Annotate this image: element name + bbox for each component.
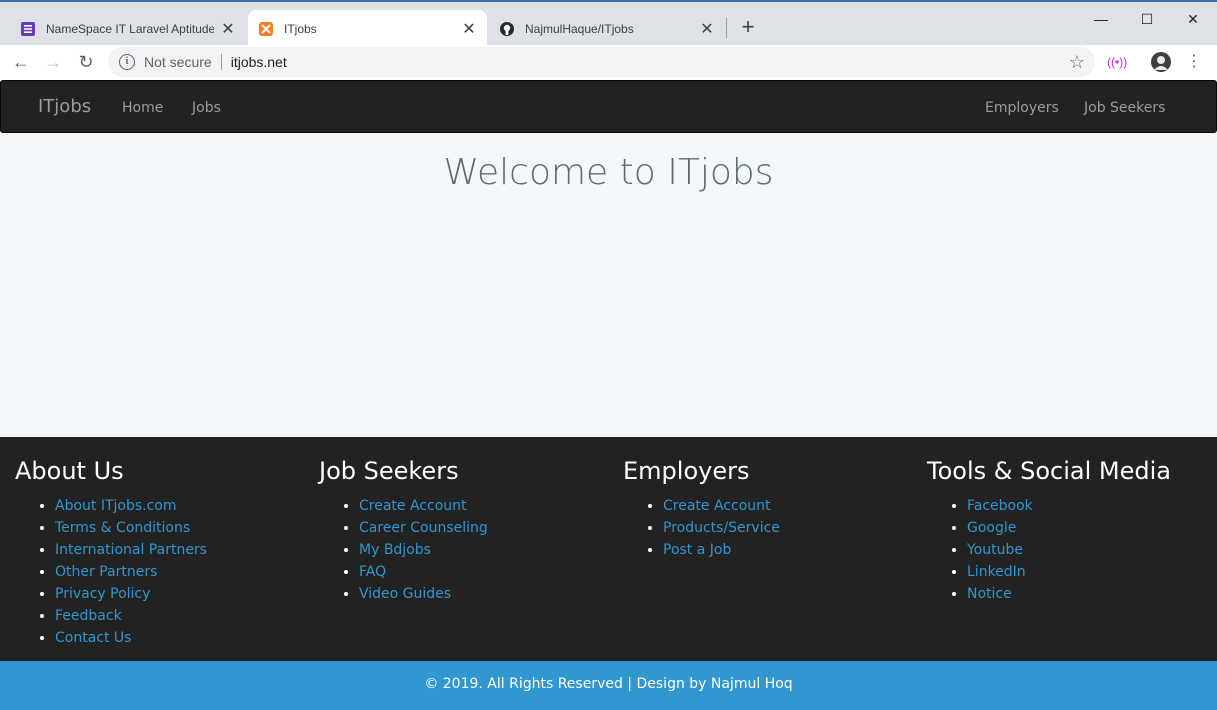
maximize-button[interactable]: ☐	[1124, 6, 1170, 32]
footer-link[interactable]: Other Partners	[55, 564, 157, 580]
list-item: FAQ	[359, 561, 488, 583]
list-item: My Bdjobs	[359, 539, 488, 561]
forward-arrow-icon[interactable]: →	[41, 50, 65, 74]
xampp-icon	[258, 21, 274, 37]
list-item: Feedback	[55, 605, 207, 627]
footer-heading: Tools & Social Media	[927, 457, 1171, 485]
footer-column-job-seekers: Job Seekers Create Account Career Counse…	[319, 457, 488, 605]
reload-icon[interactable]: ↻	[74, 50, 98, 74]
footer-heading: Employers	[623, 457, 750, 485]
footer-link[interactable]: Post a Job	[663, 542, 731, 558]
web-page: ITjobs Home Jobs Employers Job Seekers W…	[0, 80, 1217, 710]
close-icon[interactable]: ✕	[461, 19, 477, 39]
browser-tab-strip: NameSpace IT Laravel Aptitude T ✕ ITjobs…	[0, 0, 1217, 47]
list-item: Youtube	[967, 539, 1171, 561]
footer-link[interactable]: My Bdjobs	[359, 542, 431, 558]
footer-link[interactable]: Career Counseling	[359, 520, 488, 536]
window-close-button[interactable]: ✕	[1170, 6, 1216, 32]
footer-column-employers: Employers Create Account Products/Servic…	[623, 457, 780, 561]
footer-heading: Job Seekers	[319, 457, 459, 485]
footer-link[interactable]: Terms & Conditions	[55, 520, 190, 536]
footer-link[interactable]: Create Account	[359, 498, 467, 514]
github-icon	[499, 21, 515, 37]
list-item: Contact Us	[55, 627, 207, 649]
tab-namespace[interactable]: NameSpace IT Laravel Aptitude T ✕	[10, 10, 246, 47]
info-icon[interactable]: i	[119, 54, 135, 70]
tab-title: NajmulHaque/ITjobs	[525, 21, 634, 36]
site-footer: About Us About ITjobs.com Terms & Condit…	[0, 437, 1217, 661]
footer-link[interactable]: Facebook	[967, 498, 1033, 514]
footer-link[interactable]: FAQ	[359, 564, 386, 580]
list-item: Facebook	[967, 495, 1171, 517]
footer-link[interactable]: Feedback	[55, 608, 122, 624]
footer-link[interactable]: About ITjobs.com	[55, 498, 177, 514]
footer-link[interactable]: Create Account	[663, 498, 771, 514]
minimize-button[interactable]: —	[1078, 6, 1124, 32]
list-item: Career Counseling	[359, 517, 488, 539]
browser-toolbar: ← → ↻ i Not secure itjobs.net ☆ ((•)) ⋮	[0, 45, 1217, 80]
list-item: Notice	[967, 583, 1171, 605]
tab-title: ITjobs	[284, 21, 317, 36]
security-label: Not secure	[144, 54, 212, 70]
tab-separator	[726, 18, 727, 38]
url-text[interactable]: itjobs.net	[231, 54, 287, 70]
menu-dots-icon[interactable]: ⋮	[1184, 52, 1204, 72]
footer-link[interactable]: International Partners	[55, 542, 207, 558]
tab-title: NameSpace IT Laravel Aptitude T	[46, 21, 214, 36]
list-item: Privacy Policy	[55, 583, 207, 605]
footer-column-about: About Us About ITjobs.com Terms & Condit…	[15, 457, 207, 649]
cast-extension-icon[interactable]: ((•))	[1107, 52, 1127, 72]
site-navbar: ITjobs Home Jobs Employers Job Seekers	[0, 80, 1217, 133]
footer-link[interactable]: Youtube	[967, 542, 1023, 558]
nav-job-seekers[interactable]: Job Seekers	[1084, 100, 1165, 116]
list-item: Create Account	[359, 495, 488, 517]
list-item: LinkedIn	[967, 561, 1171, 583]
back-arrow-icon[interactable]: ←	[9, 50, 33, 74]
footer-heading: About Us	[15, 457, 124, 485]
star-icon[interactable]: ☆	[1069, 52, 1085, 73]
divider	[220, 54, 222, 70]
footer-link[interactable]: Products/Service	[663, 520, 780, 536]
footer-links: Create Account Products/Service Post a J…	[623, 495, 780, 561]
list-item: Google	[967, 517, 1171, 539]
list-item: Video Guides	[359, 583, 488, 605]
nav-employers[interactable]: Employers	[985, 100, 1059, 116]
footer-links: Create Account Career Counseling My Bdjo…	[319, 495, 488, 605]
list-item: International Partners	[55, 539, 207, 561]
footer-links: Facebook Google Youtube LinkedIn Notice	[927, 495, 1171, 605]
list-item: About ITjobs.com	[55, 495, 207, 517]
footer-column-tools-social: Tools & Social Media Facebook Google You…	[927, 457, 1171, 605]
close-icon[interactable]: ✕	[699, 19, 715, 39]
footer-link[interactable]: Video Guides	[359, 586, 451, 602]
brand-link[interactable]: ITjobs	[38, 96, 91, 117]
footer-link[interactable]: Privacy Policy	[55, 586, 150, 602]
list-item: Create Account	[663, 495, 780, 517]
nav-jobs[interactable]: Jobs	[192, 100, 221, 116]
list-item: Post a Job	[663, 539, 780, 561]
close-icon[interactable]: ✕	[220, 19, 236, 39]
nav-home[interactable]: Home	[122, 100, 163, 116]
footer-link[interactable]: LinkedIn	[967, 564, 1026, 580]
form-icon	[20, 21, 36, 37]
footer-links: About ITjobs.com Terms & Conditions Inte…	[15, 495, 207, 649]
footer-link[interactable]: Contact Us	[55, 630, 131, 646]
new-tab-button[interactable]: +	[736, 16, 760, 40]
list-item: Terms & Conditions	[55, 517, 207, 539]
copyright-bar: © 2019. All Rights Reserved | Design by …	[0, 661, 1217, 710]
tab-github[interactable]: NajmulHaque/ITjobs ✕	[489, 10, 725, 47]
page-title: Welcome to ITjobs	[443, 152, 774, 193]
footer-link[interactable]: Google	[967, 520, 1016, 536]
address-bar[interactable]: i Not secure itjobs.net ☆	[108, 47, 1095, 77]
footer-link[interactable]: Notice	[967, 586, 1012, 602]
list-item: Other Partners	[55, 561, 207, 583]
avatar[interactable]	[1151, 52, 1171, 72]
tab-itjobs[interactable]: ITjobs ✕	[248, 10, 487, 47]
list-item: Products/Service	[663, 517, 780, 539]
